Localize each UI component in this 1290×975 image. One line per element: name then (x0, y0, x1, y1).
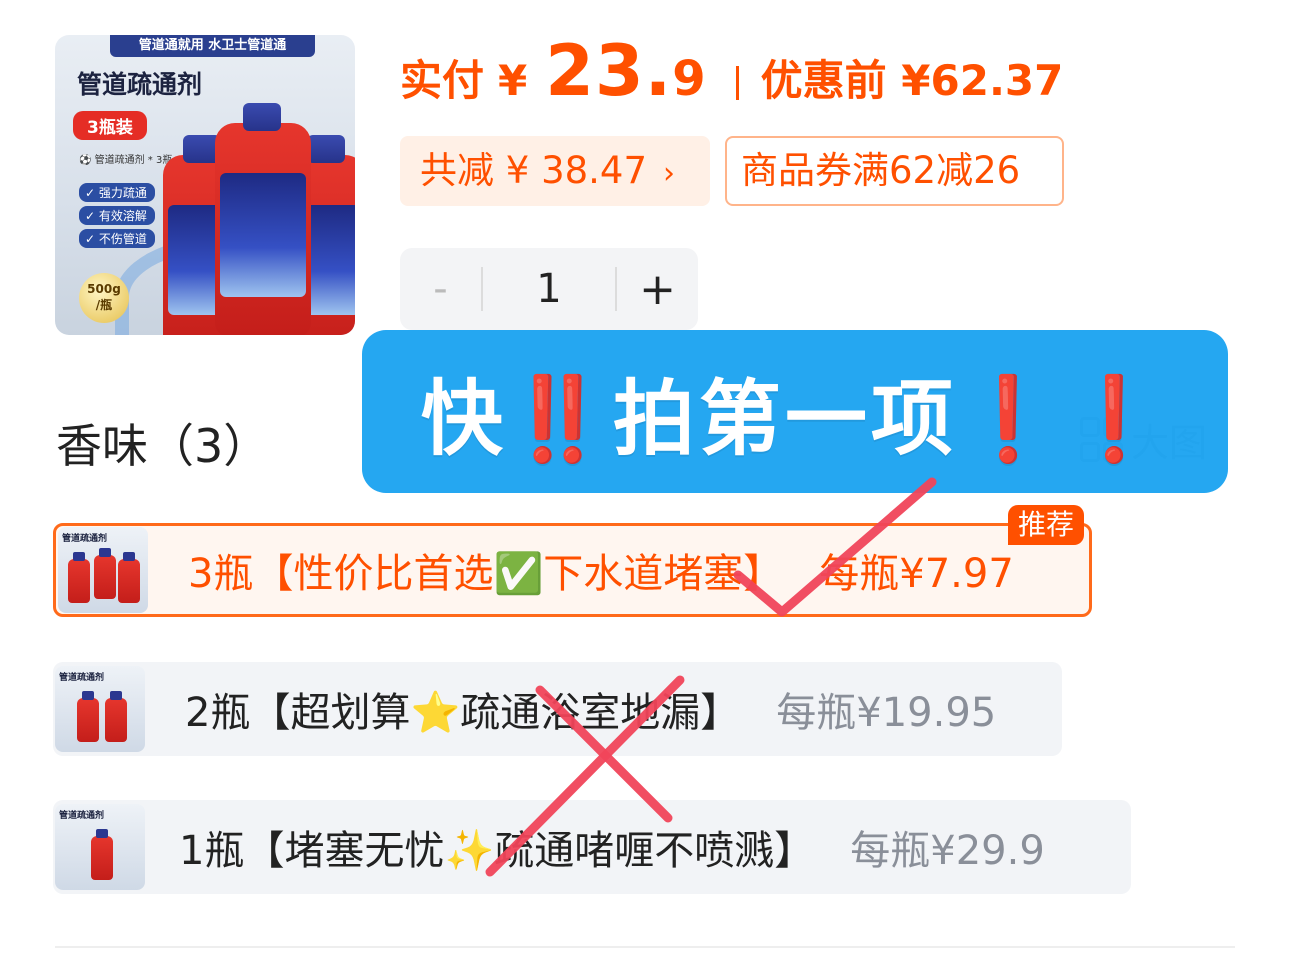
variant-option-1[interactable]: 管道疏通剂 3瓶【性价比首选✅下水道堵塞】 每瓶¥7.97 (53, 523, 1092, 617)
image-pack-badge: 3瓶装 (73, 111, 147, 140)
variant-label: 2瓶【超划算⭐疏通浴室地漏】 (185, 690, 741, 736)
discount-label: 共减 ¥ 38.47 (420, 149, 647, 192)
image-subtitle: ⚽ 管道疏通剂 * 3瓶 (79, 155, 173, 166)
image-feature: ✓ 强力疏通 (79, 183, 155, 202)
image-title: 管道疏通剂 (77, 70, 203, 99)
variant-unit-price: 每瓶¥19.95 (776, 690, 997, 736)
variant-thumbnail: 管道疏通剂 (58, 527, 148, 613)
coupon-chip[interactable]: 商品券满62减26 (725, 136, 1064, 206)
promo-overlay-banner: 快‼️拍第一项❗️❗️ (362, 330, 1228, 493)
product-image[interactable]: 管道通就用 水卫士管道通 管道疏通剂 3瓶装 ⚽ 管道疏通剂 * 3瓶 ✓ 强力… (55, 35, 355, 335)
variant-unit-price: 每瓶¥29.9 (850, 828, 1045, 874)
chevron-right-icon: › (663, 156, 675, 191)
overlay-text: 快‼️拍第一项❗️❗️ (420, 372, 1170, 467)
variant-option-3[interactable]: 管道疏通剂 1瓶【堵塞无忧✨疏通啫喱不喷溅】 每瓶¥29.9 (53, 800, 1131, 894)
weight-seal: 500g /瓶 (79, 273, 129, 323)
currency-symbol: ¥ (498, 56, 528, 105)
pay-price-decimal: 9 (672, 51, 706, 107)
quantity-stepper: - 1 + (400, 248, 698, 330)
image-feature: ✓ 有效溶解 (79, 206, 155, 225)
price-divider (735, 66, 739, 100)
variant-label: 1瓶【堵塞无忧✨疏通啫喱不喷溅】 (179, 828, 815, 874)
quantity-input[interactable]: 1 (480, 267, 618, 311)
recommended-badge: 推荐 (1008, 505, 1085, 545)
variant-thumbnail: 管道疏通剂 (55, 804, 145, 890)
variant-section-title: 香味（3） (56, 419, 270, 473)
variant-option-2[interactable]: 管道疏通剂 2瓶【超划算⭐疏通浴室地漏】 每瓶¥19.95 (53, 662, 1062, 756)
bottle-graphic (215, 103, 311, 335)
variant-label: 3瓶【性价比首选✅下水道堵塞】 (188, 551, 784, 597)
image-feature: ✓ 不伤管道 (79, 229, 155, 248)
bottom-divider (55, 946, 1235, 948)
decrease-button[interactable]: - (400, 266, 481, 312)
pay-label: 实付 (400, 56, 485, 105)
pay-price-integer: 23. (545, 30, 673, 112)
discount-detail-chip[interactable]: 共减 ¥ 38.47 › (400, 136, 710, 206)
price-row: 实付 ¥ 23. 9 优惠前 ¥62.37 (400, 30, 1063, 120)
variant-thumbnail: 管道疏通剂 (55, 666, 145, 752)
variant-unit-price: 每瓶¥7.97 (819, 551, 1014, 597)
coupon-label: 商品券满62减26 (741, 149, 1021, 192)
image-banner: 管道通就用 水卫士管道通 (110, 35, 315, 57)
original-price: 优惠前 ¥62.37 (760, 56, 1064, 105)
increase-button[interactable]: + (617, 264, 698, 315)
